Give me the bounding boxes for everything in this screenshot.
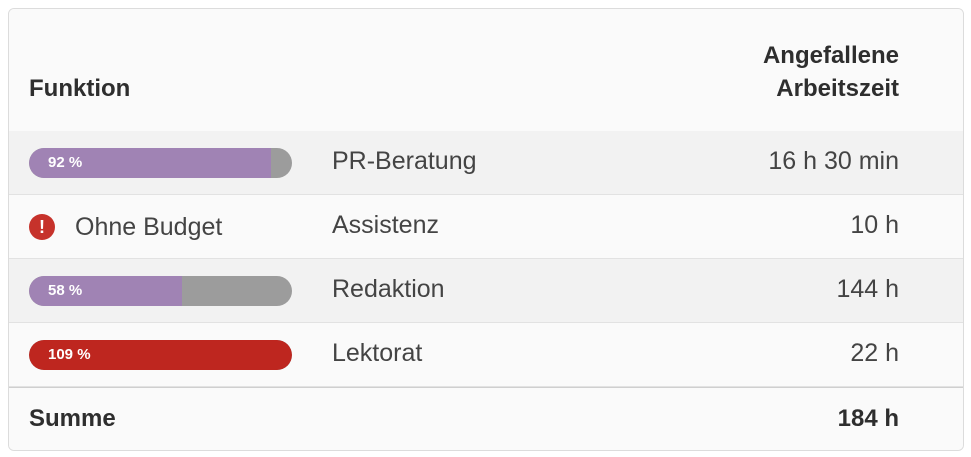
- column-header-time-line1: Angefallene: [762, 42, 899, 69]
- function-name: Assistenz: [332, 211, 439, 239]
- time-spent: 16 h 30 min: [768, 147, 899, 175]
- column-header-time-line2: Arbeitszeit: [776, 75, 899, 102]
- budget-percent-label: 109 %: [48, 346, 91, 363]
- time-spent: 144 h: [836, 275, 899, 303]
- table-row: 109 % Lektorat 22 h: [9, 323, 963, 387]
- table-header: Funktion Angefallene Arbeitszeit: [9, 9, 963, 132]
- function-name: PR-Beratung: [332, 147, 477, 175]
- time-spent: 10 h: [850, 211, 899, 239]
- budget-percent-label: 92 %: [48, 154, 83, 171]
- table-row: ! Ohne Budget Assistenz 10 h: [9, 195, 963, 259]
- function-name: Redaktion: [332, 275, 445, 303]
- table-footer: Summe 184 h: [9, 387, 963, 450]
- no-budget-label: Ohne Budget: [75, 212, 223, 241]
- function-name: Lektorat: [332, 339, 423, 367]
- budget-progress-bar: 109 %: [29, 340, 292, 370]
- budget-percent-label: 58 %: [48, 282, 83, 299]
- budget-progress-bar: 92 %: [29, 148, 292, 178]
- column-header-function: Funktion: [29, 75, 131, 102]
- budget-progress-bar: 58 %: [29, 276, 292, 306]
- table-row: 58 % Redaktion 144 h: [9, 259, 963, 323]
- time-budget-table: Funktion Angefallene Arbeitszeit 92 % PR…: [8, 8, 964, 451]
- no-budget-indicator: ! Ohne Budget: [29, 213, 222, 241]
- total-value: 184 h: [837, 405, 899, 432]
- table-row: 92 % PR-Beratung 16 h 30 min: [9, 131, 963, 195]
- exclamation-circle-icon: !: [29, 214, 55, 240]
- column-header-time: Angefallene Arbeitszeit: [763, 39, 899, 105]
- time-spent: 22 h: [850, 339, 899, 367]
- total-label: Summe: [29, 405, 116, 432]
